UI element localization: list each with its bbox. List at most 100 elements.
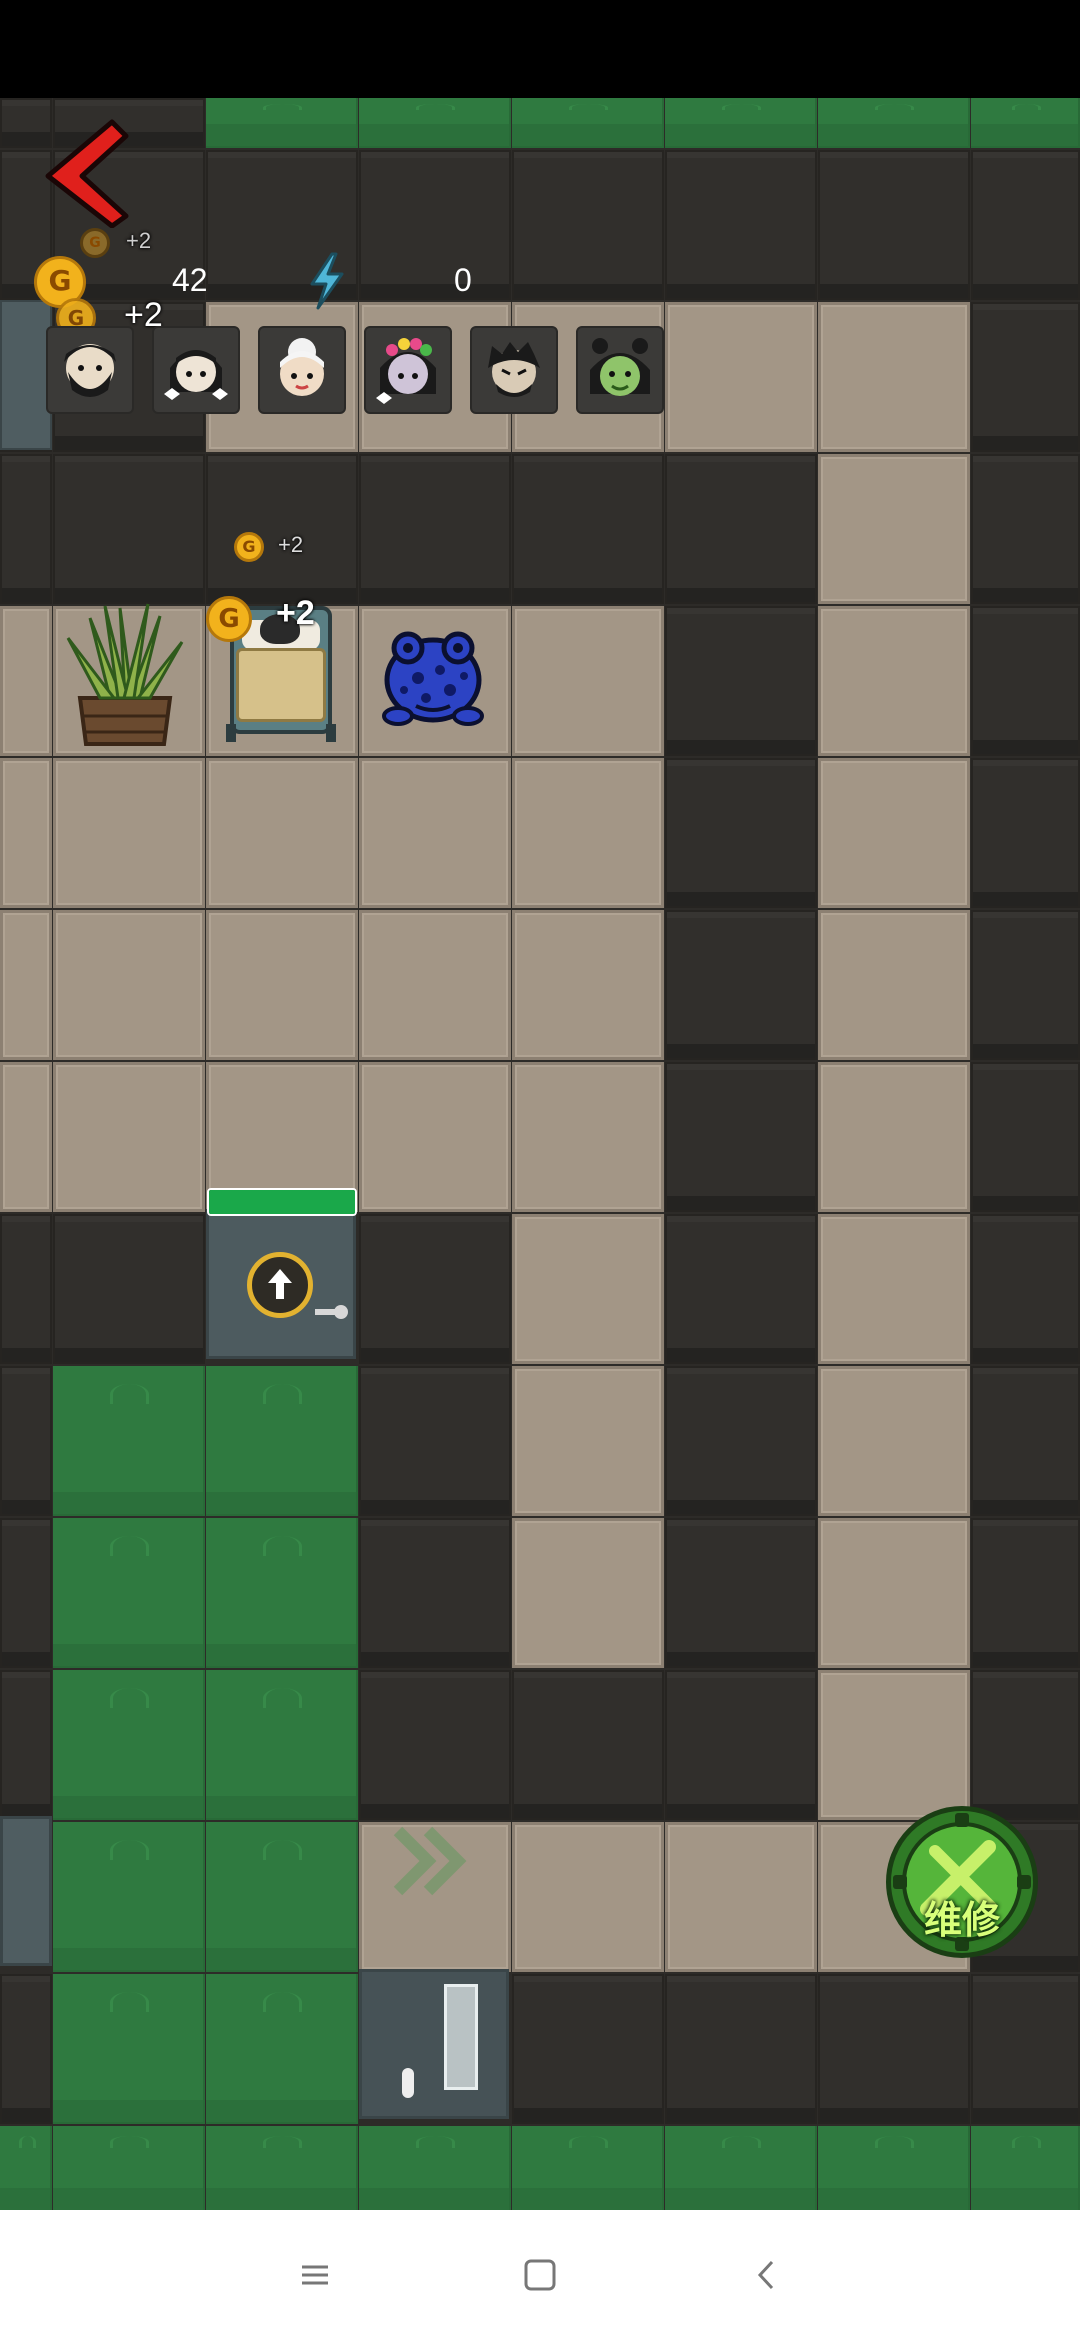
wall-tile (0, 1214, 52, 1364)
home-button[interactable] (515, 2250, 565, 2300)
android-navigation-bar (0, 2210, 1080, 2340)
partial-object-top-left (0, 300, 52, 450)
potted-grass-plant[interactable] (60, 598, 190, 748)
wall-tile (665, 1062, 817, 1212)
wall-tile (971, 758, 1080, 908)
floor-tile[interactable] (512, 1366, 664, 1516)
grass-tile (206, 1670, 358, 1820)
wall-tile (53, 454, 205, 604)
grass-tile (206, 1366, 358, 1516)
repair-button[interactable]: 维修 (886, 1806, 1038, 1958)
home-square-icon (524, 2259, 556, 2291)
floor-tile[interactable] (53, 910, 205, 1060)
grass-tile (53, 1974, 205, 2124)
wall-tile (971, 454, 1080, 604)
grass-tile (53, 1366, 205, 1516)
bearded-man-avatar (64, 344, 116, 397)
floor-tile[interactable] (512, 1062, 664, 1212)
floor-tile[interactable] (818, 1670, 970, 1820)
floor-tile[interactable] (206, 758, 358, 908)
blue-frog-monster[interactable] (378, 618, 488, 728)
wall-tile (971, 150, 1080, 300)
floor-tile[interactable] (512, 758, 664, 908)
party-avatar-1[interactable] (46, 326, 134, 414)
floor-tile[interactable] (818, 1518, 970, 1668)
floor-tile[interactable] (359, 1062, 511, 1212)
menu-button[interactable] (290, 2250, 340, 2300)
grumpy-man-avatar (488, 342, 540, 397)
energy-counter: 0 (454, 262, 472, 298)
floor-tile[interactable] (359, 758, 511, 908)
floor-tile[interactable] (206, 910, 358, 1060)
upgradeable-door[interactable] (206, 1188, 357, 1359)
floor-tile[interactable] (512, 1518, 664, 1668)
hud-small-income: +2 (126, 228, 152, 253)
floor-tile[interactable] (0, 1062, 52, 1212)
floor-tile[interactable] (818, 1214, 970, 1364)
floor-tile[interactable] (665, 1822, 817, 1972)
grass-tile (0, 2126, 52, 2210)
wall-tile (0, 1670, 52, 1820)
closed-door[interactable] (359, 1969, 509, 2119)
floor-tile[interactable] (818, 1062, 970, 1212)
flower-crown-girl-avatar (376, 338, 436, 404)
party-avatar-4[interactable] (364, 326, 452, 414)
floor-tile[interactable] (818, 758, 970, 908)
grass-tile (971, 2126, 1080, 2210)
grass-tile (665, 98, 817, 148)
wall-tile (971, 302, 1080, 452)
grass-tile (206, 1974, 358, 2124)
wall-tile (971, 1062, 1080, 1212)
wall-tile (359, 1366, 511, 1516)
floor-tile[interactable] (818, 454, 970, 604)
wall-tile (665, 1670, 817, 1820)
floor-tile[interactable] (0, 910, 52, 1060)
floor-tile[interactable] (512, 606, 664, 756)
floor-tile[interactable] (818, 1366, 970, 1516)
game-board[interactable]: G +2 G +2 维修 G +2 G 42 0 G +2 (0, 98, 1080, 2210)
girl-with-bows-avatar (164, 350, 228, 400)
status-bar (0, 0, 1080, 98)
wall-tile (665, 606, 817, 756)
party-avatar-2[interactable] (152, 326, 240, 414)
gold-counter: 42 (172, 262, 208, 298)
floor-tile[interactable] (0, 758, 52, 908)
path-direction-chevrons (393, 1826, 467, 1896)
floor-tile[interactable] (665, 302, 817, 452)
grass-tile (818, 98, 970, 148)
system-back-button[interactable] (742, 2250, 792, 2300)
wall-tile (665, 1974, 817, 2124)
party-avatar-3[interactable] (258, 326, 346, 414)
floor-tile[interactable] (512, 1214, 664, 1364)
wall-tile (665, 454, 817, 604)
wall-tile (971, 1518, 1080, 1668)
wall-tile (512, 150, 664, 300)
floor-tile[interactable] (818, 910, 970, 1060)
up-arrow-icon[interactable] (247, 1252, 313, 1318)
grass-tile (359, 2126, 511, 2210)
party-avatar-5[interactable] (470, 326, 558, 414)
red-chevron-left-icon (45, 119, 129, 229)
floor-tile[interactable] (53, 1062, 205, 1212)
grass-tile (206, 98, 358, 148)
back-button[interactable] (34, 118, 134, 229)
floor-tile[interactable] (0, 606, 52, 756)
party-avatar-6[interactable] (576, 326, 664, 414)
grass-tile (971, 98, 1080, 148)
floor-tile[interactable] (53, 758, 205, 908)
wall-tile (0, 1366, 52, 1516)
floor-tile[interactable] (818, 606, 970, 756)
wall-tile (665, 1366, 817, 1516)
side-door (0, 1816, 52, 1966)
wall-tile (818, 1974, 970, 2124)
wall-tile (665, 910, 817, 1060)
wall-tile (971, 1974, 1080, 2124)
floor-tile[interactable] (818, 302, 970, 452)
floor-tile[interactable] (359, 910, 511, 1060)
door-handle (402, 2068, 414, 2098)
wall-tile (665, 1214, 817, 1364)
grass-tile (53, 1822, 205, 1972)
floor-tile[interactable] (512, 1822, 664, 1972)
green-faced-girl-avatar (590, 338, 650, 396)
floor-tile[interactable] (512, 910, 664, 1060)
